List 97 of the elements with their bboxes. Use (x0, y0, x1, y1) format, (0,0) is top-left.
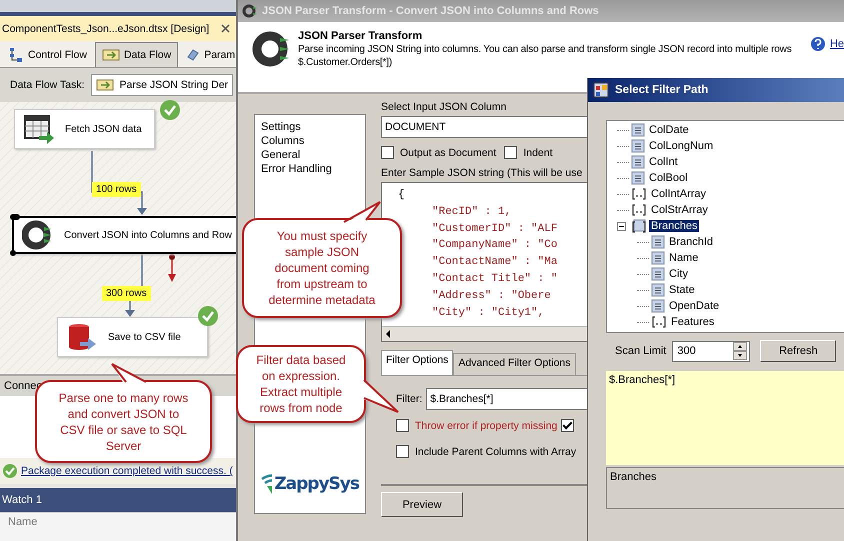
tree-item[interactable]: State (667, 284, 697, 296)
field-icon (651, 299, 665, 313)
tree-item[interactable]: ColDate (647, 124, 691, 136)
field-icon (651, 251, 665, 265)
tree-item[interactable]: ColBool (647, 172, 690, 184)
field-icon (631, 139, 645, 153)
array-icon (631, 187, 647, 201)
spinner-arrows-icon[interactable] (733, 342, 748, 360)
row-count-label: 300 rows (102, 286, 151, 301)
tree-item[interactable]: ColIntArray (649, 188, 708, 200)
designer-tab[interactable]: Control Flow (2, 43, 93, 67)
checkbox[interactable] (561, 419, 574, 432)
designer-tab[interactable]: Data Flow (94, 42, 178, 67)
tree-item[interactable]: City (667, 268, 690, 280)
field-label: Filter: (396, 393, 422, 405)
tree-item[interactable]: Features (669, 316, 716, 328)
flow-node[interactable]: Fetch JSON data (14, 109, 155, 149)
code-line: "CustomerID" : "ALF (431, 222, 558, 237)
field-label: Scan Limit (615, 345, 666, 357)
refresh-button[interactable]: Refresh (760, 340, 836, 362)
object-icon (631, 219, 647, 233)
code-editor[interactable]: { "RecID" : 1, "CustomerID" : "ALF "CompanyName" : "Co "ContactName" : "Ma "Contact Title" : " "Address" : "Obere "City" : "City1", (381, 182, 587, 342)
tree-item[interactable]: Name (667, 252, 700, 264)
error-path-arrow (168, 254, 176, 282)
selection-handle[interactable] (10, 214, 20, 220)
path-textbox[interactable]: $.Branches[*] (606, 371, 844, 465)
row-count-label: 100 rows (92, 182, 141, 197)
scrollbar[interactable] (382, 326, 587, 341)
column-header: Name (0, 512, 236, 541)
code-line: { (398, 188, 406, 203)
ring-icon (242, 3, 258, 19)
field-label: Enter Sample JSON string (This will be use (381, 167, 584, 179)
designer-tab[interactable]: Param (180, 43, 236, 67)
checkbox[interactable]: Include Parent Columns with Array (396, 445, 576, 458)
tree-item[interactable]: Branches (649, 220, 700, 232)
selection-handle[interactable] (10, 250, 16, 256)
preview-button[interactable]: Preview (381, 492, 463, 517)
array-icon (651, 315, 667, 329)
data-flow-icon (96, 78, 114, 92)
nav-item[interactable]: Columns (261, 134, 359, 148)
database-icon (66, 322, 98, 352)
window-title: JSON Parser Transform - Convert JSON into Columns and Rows (262, 5, 599, 17)
filter-field[interactable]: $.Branches[*] (426, 388, 587, 410)
watch-title: Watch 1 (0, 488, 236, 512)
dialog-heading: JSON Parser Transform (298, 30, 424, 42)
scan-limit-spinner[interactable]: 300 (672, 340, 750, 362)
tree-item[interactable]: OpenDate (667, 300, 722, 312)
table-icon (23, 114, 55, 144)
window-title: Select Filter Path (615, 84, 708, 96)
document-tab[interactable]: ComponentTests_Json...eJson.dtsx [Design] (0, 16, 236, 41)
field-icon (651, 283, 665, 297)
data-flow-icon (102, 48, 120, 62)
nav-item[interactable]: Settings (261, 120, 359, 134)
field-icon (651, 267, 665, 281)
flow-node[interactable]: Convert JSON into Columns and Row (12, 216, 236, 254)
code-line: "City" : "City1", (431, 306, 546, 321)
array-icon (631, 203, 647, 217)
tab[interactable]: Filter Options (381, 350, 454, 375)
checkbox[interactable]: Indent (504, 146, 553, 159)
node-name-box: Branches (606, 467, 844, 509)
checkbox[interactable]: Output as Document (381, 146, 496, 159)
flow-icon (8, 47, 24, 63)
tree-item[interactable]: ColInt (647, 156, 680, 168)
brand-logo: ZappySys (274, 474, 359, 494)
callout-tooltip: You must specify sample JSON document coming from upstream to determine metadata (242, 218, 402, 318)
code-line: "Address" : "Obere (431, 288, 552, 304)
parameter-icon (186, 48, 200, 62)
description-text: $.Customer.Orders[*]) (298, 57, 394, 68)
window-icon (593, 82, 609, 98)
code-line: "CompanyName" : "Co (431, 238, 558, 254)
field-icon (651, 235, 665, 249)
collapse-icon[interactable] (617, 222, 626, 230)
success-check-icon (2, 463, 18, 479)
tree-item[interactable]: BranchId (667, 236, 716, 248)
task-dropdown[interactable]: Parse JSON String Der (90, 74, 234, 96)
code-line: "RecID" : 1, (431, 204, 512, 220)
tree-item[interactable]: ColLongNum (647, 140, 716, 152)
field-icon (631, 171, 645, 185)
help-link[interactable]: He (830, 38, 844, 50)
field-icon (631, 123, 645, 137)
wifi-icon (261, 473, 272, 495)
close-icon[interactable] (221, 24, 230, 33)
task-label: Data Flow Task: (10, 79, 84, 91)
tree-item[interactable]: ColStrArray (649, 204, 710, 216)
code-line: "ContactName" : "Ma (431, 255, 558, 270)
tab[interactable]: Advanced Filter Options (453, 353, 576, 375)
description-text: Parse incoming JSON String into columns. You can also parse and transform single JSON record into multiple rows (298, 44, 792, 55)
field-icon (631, 155, 645, 169)
help-icon[interactable] (810, 36, 826, 52)
nav-item[interactable]: General (261, 148, 359, 162)
nav-item[interactable]: Error Handling (261, 162, 359, 176)
input-field[interactable]: DOCUMENT (381, 116, 587, 138)
flow-node[interactable]: Save to CSV file (57, 317, 208, 357)
field-label: Select Input JSON Column (381, 101, 508, 113)
code-line: "Contact Title" : " (431, 272, 558, 287)
callout-tooltip: Filter data based on expression. Extract multiple rows from node (236, 345, 366, 423)
checkbox[interactable]: Throw error if property missing (396, 419, 558, 432)
